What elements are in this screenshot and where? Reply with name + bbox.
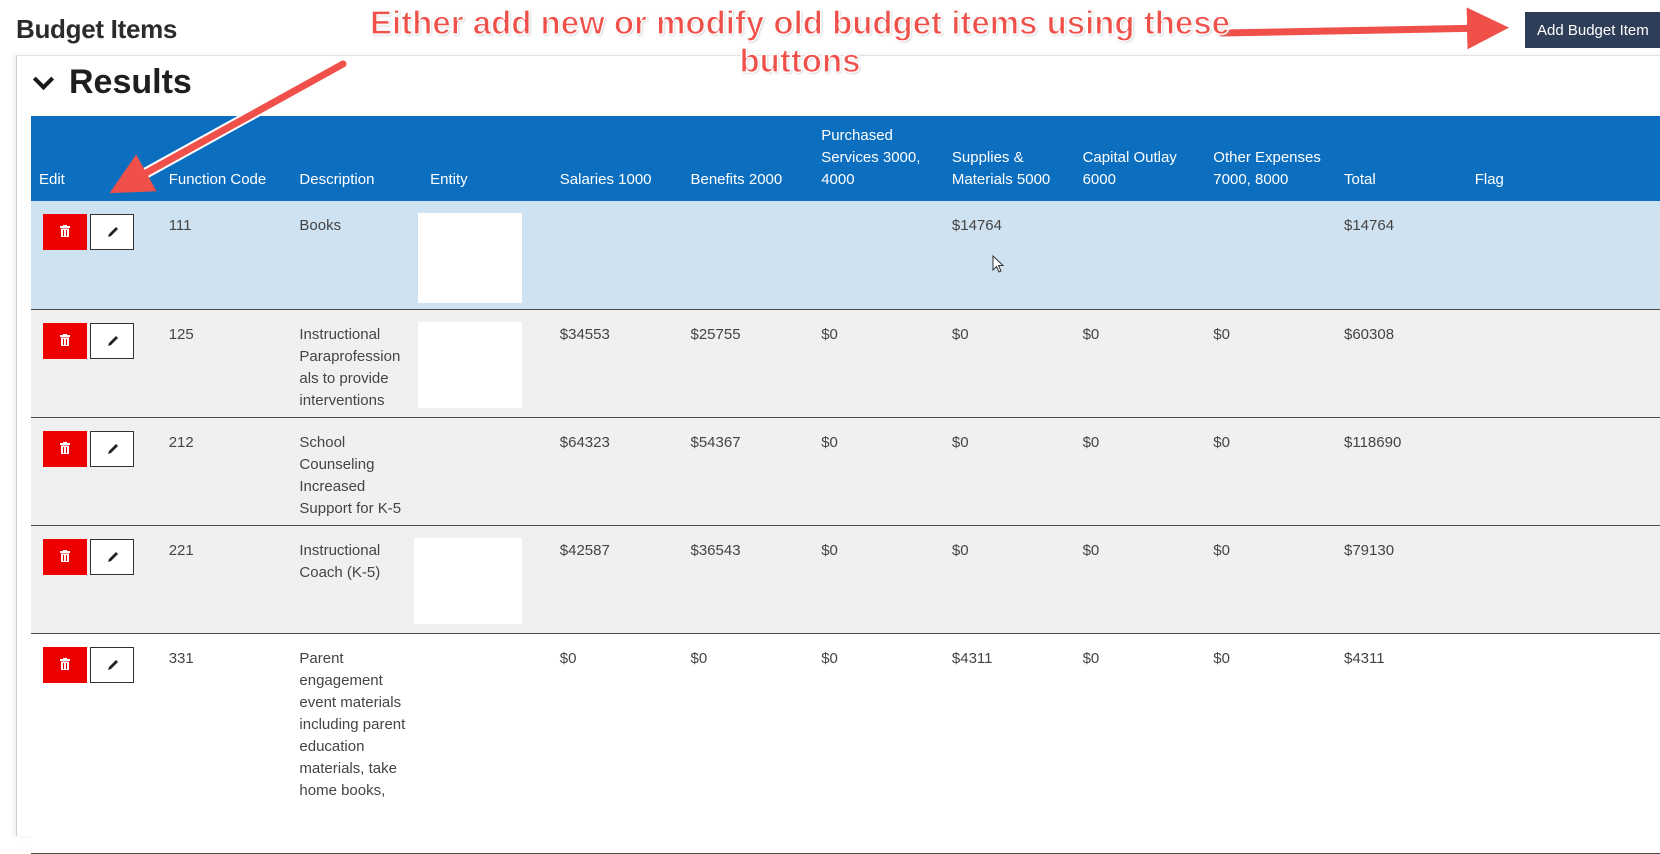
annotation-text: Either add new or modify old budget item… bbox=[369, 3, 1230, 79]
mouse-cursor-icon bbox=[992, 255, 1005, 273]
annotation-arrows bbox=[109, 7, 1509, 194]
